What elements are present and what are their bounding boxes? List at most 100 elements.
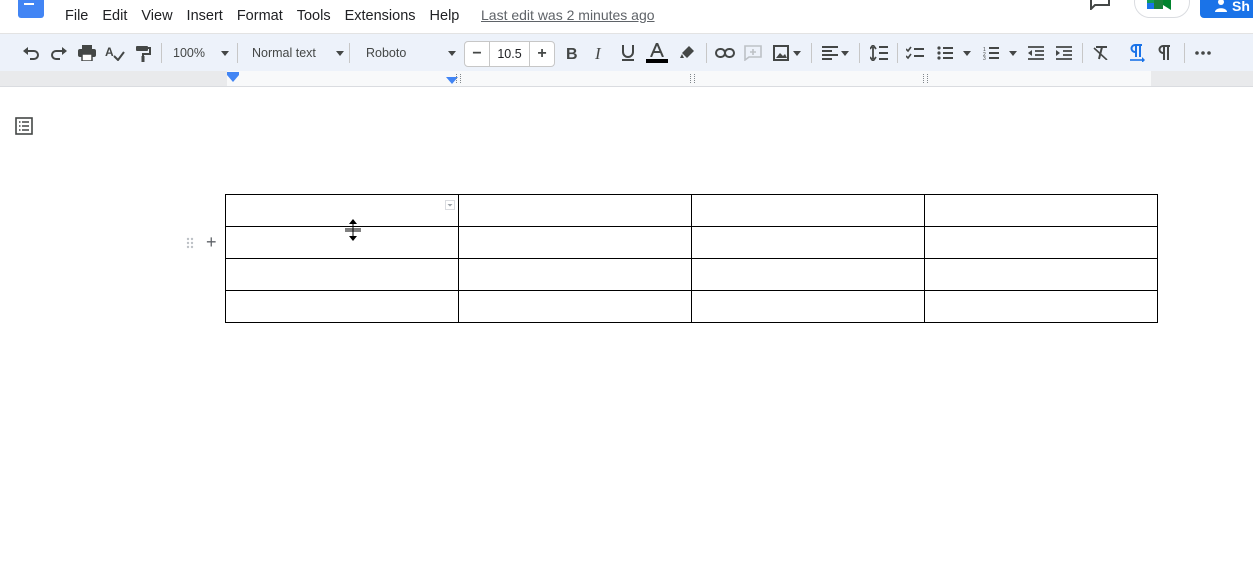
table-cell[interactable] xyxy=(691,226,925,259)
paint-format-button[interactable] xyxy=(132,40,154,66)
chevron-down-icon xyxy=(963,50,971,56)
svg-text:3: 3 xyxy=(983,56,986,60)
rtl-paragraph-button[interactable] xyxy=(1154,40,1176,66)
more-horizontal-icon xyxy=(1195,51,1211,55)
add-comment-icon xyxy=(744,45,762,61)
checklist-button[interactable] xyxy=(904,40,926,66)
clear-formatting-button[interactable] xyxy=(1090,40,1112,66)
bold-button[interactable]: B xyxy=(561,40,583,66)
menu-bar: File Edit View Insert Format Tools Exten… xyxy=(58,6,466,26)
menu-insert[interactable]: Insert xyxy=(180,6,230,26)
table-cell[interactable] xyxy=(924,258,1158,291)
row-resize-cursor-icon xyxy=(345,219,361,241)
link-icon xyxy=(715,48,735,58)
highlight-color-button[interactable] xyxy=(676,40,698,66)
menu-edit[interactable]: Edit xyxy=(95,6,134,26)
decrease-indent-button[interactable] xyxy=(1025,40,1047,66)
table-cell[interactable] xyxy=(924,226,1158,259)
align-dropdown[interactable] xyxy=(818,40,852,66)
table-cell[interactable] xyxy=(225,226,459,259)
text-color-icon xyxy=(650,43,664,57)
ruler-page-area xyxy=(227,71,1151,86)
document-outline-icon[interactable] xyxy=(15,117,33,135)
more-options-button[interactable] xyxy=(1192,40,1214,66)
menu-format[interactable]: Format xyxy=(230,6,290,26)
docs-logo-icon[interactable] xyxy=(18,0,44,18)
chevron-down-icon xyxy=(840,50,849,56)
table-cell[interactable] xyxy=(924,290,1158,323)
meet-button[interactable] xyxy=(1134,0,1190,18)
table-cell[interactable] xyxy=(691,194,925,227)
toolbar-separator xyxy=(161,43,162,63)
insert-image-button[interactable] xyxy=(770,40,804,66)
toolbar-separator xyxy=(811,43,812,63)
clear-formatting-icon xyxy=(1093,46,1108,60)
table-cell[interactable] xyxy=(691,290,925,323)
table-cell[interactable] xyxy=(458,290,692,323)
table-cell[interactable] xyxy=(458,258,692,291)
print-button[interactable] xyxy=(76,40,98,66)
font-size-input[interactable]: 10.5 xyxy=(489,42,530,66)
underline-button[interactable] xyxy=(617,40,639,66)
chevron-down-icon xyxy=(220,50,229,56)
increase-indent-icon xyxy=(1056,46,1072,60)
zoom-dropdown[interactable]: 100% xyxy=(170,40,232,66)
left-indent-marker[interactable] xyxy=(227,75,239,82)
undo-button[interactable] xyxy=(20,40,42,66)
ltr-paragraph-icon xyxy=(1130,44,1145,62)
chevron-down-icon xyxy=(335,50,344,56)
line-spacing-button[interactable] xyxy=(867,40,891,66)
text-color-button[interactable] xyxy=(645,40,669,66)
row-drag-handle-icon[interactable] xyxy=(186,237,194,249)
column-divider-handle[interactable] xyxy=(923,74,928,83)
add-comment-button[interactable] xyxy=(742,40,764,66)
bold-icon: B xyxy=(566,46,578,61)
bulleted-list-dropdown[interactable] xyxy=(933,40,975,66)
cell-dropdown-icon[interactable] xyxy=(445,200,455,210)
paragraph-style-value: Normal text xyxy=(252,46,316,60)
menu-file[interactable]: File xyxy=(58,6,95,26)
comments-icon[interactable] xyxy=(1089,0,1111,10)
horizontal-ruler xyxy=(0,71,1253,87)
chevron-down-icon xyxy=(448,50,457,56)
menu-view[interactable]: View xyxy=(134,6,179,26)
font-size-increase-button[interactable]: + xyxy=(530,42,554,66)
font-family-dropdown[interactable]: Roboto xyxy=(358,40,458,66)
menu-help[interactable]: Help xyxy=(423,6,467,26)
ltr-paragraph-button[interactable] xyxy=(1126,40,1148,66)
font-size-control: − 10.5 + xyxy=(464,41,555,67)
table-cell[interactable] xyxy=(691,258,925,291)
menu-extensions[interactable]: Extensions xyxy=(338,6,423,26)
column-divider-handle[interactable] xyxy=(690,74,695,83)
numbered-list-dropdown[interactable]: 123 xyxy=(980,40,1020,66)
spellcheck-button[interactable]: A xyxy=(104,40,126,66)
redo-icon xyxy=(51,47,67,60)
increase-indent-button[interactable] xyxy=(1053,40,1075,66)
spellcheck-icon: A xyxy=(105,45,125,61)
chevron-down-icon xyxy=(793,50,801,56)
table-cell[interactable] xyxy=(924,194,1158,227)
table-cell[interactable] xyxy=(225,258,459,291)
last-edit-link[interactable]: Last edit was 2 minutes ago xyxy=(481,7,655,23)
menu-tools[interactable]: Tools xyxy=(290,6,338,26)
undo-icon xyxy=(23,47,39,60)
table-row xyxy=(225,226,1158,259)
redo-button[interactable] xyxy=(48,40,70,66)
paragraph-style-dropdown[interactable]: Normal text xyxy=(246,40,344,66)
table-cell[interactable] xyxy=(458,226,692,259)
font-size-decrease-button[interactable]: − xyxy=(465,42,489,66)
italic-button[interactable]: I xyxy=(589,40,611,66)
italic-icon: I xyxy=(594,45,602,61)
share-button[interactable]: Sh xyxy=(1200,0,1253,18)
top-menu-bar: File Edit View Insert Format Tools Exten… xyxy=(0,0,1253,33)
svg-text:I: I xyxy=(594,45,602,61)
toolbar-separator xyxy=(897,43,898,63)
table-cell[interactable] xyxy=(225,290,459,323)
svg-text:B: B xyxy=(566,46,578,61)
column-divider-handle[interactable] xyxy=(456,74,461,83)
add-row-button[interactable]: + xyxy=(206,232,217,253)
table-cell[interactable] xyxy=(225,194,459,227)
table-cell[interactable] xyxy=(458,194,692,227)
insert-link-button[interactable] xyxy=(714,40,736,66)
table-row xyxy=(225,258,1158,291)
